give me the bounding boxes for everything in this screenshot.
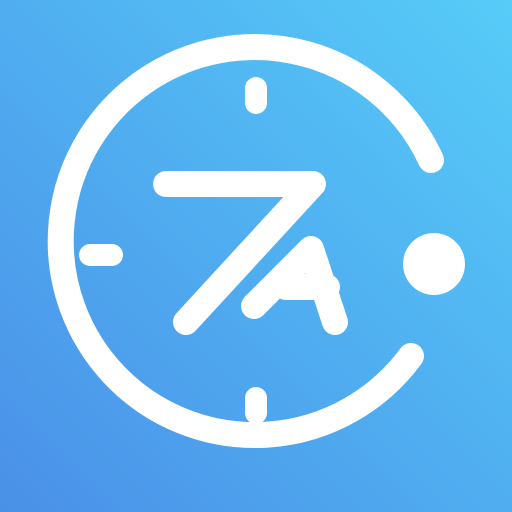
clock-dot bbox=[403, 233, 465, 295]
app-icon bbox=[0, 0, 512, 512]
clock-logo-icon bbox=[0, 0, 512, 512]
